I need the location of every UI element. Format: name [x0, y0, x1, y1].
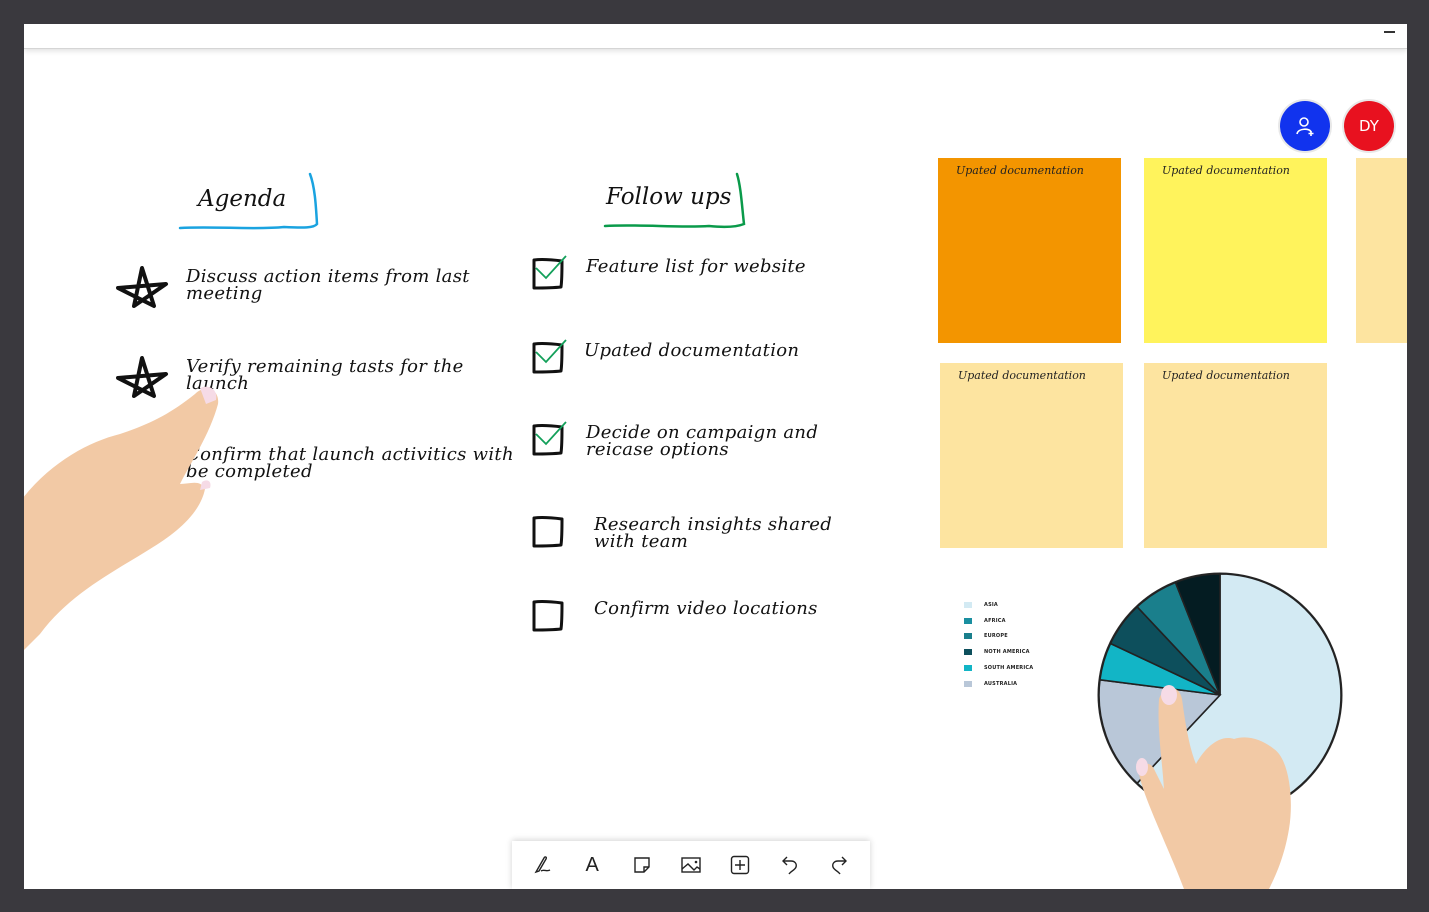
text-icon: A: [585, 853, 599, 876]
pie-chart[interactable]: [1084, 569, 1344, 829]
sticky-note[interactable]: Upated documentation: [1144, 363, 1327, 548]
minimize-icon[interactable]: [1384, 31, 1395, 33]
agenda-underline: [178, 172, 319, 230]
follow-up-item-line: Feature list for website: [586, 256, 806, 277]
follow-up-item[interactable]: Decide on campaign and reicase options: [586, 424, 818, 460]
redo-button[interactable]: [825, 851, 853, 879]
legend-item: NOTH AMERICA: [964, 644, 1033, 660]
checkbox-icon[interactable]: [526, 596, 570, 636]
legend-item: ASIA: [964, 597, 1033, 613]
add-tool[interactable]: [726, 851, 754, 879]
undo-icon: [781, 856, 797, 875]
agenda-item-line: meeting: [186, 283, 263, 304]
legend-swatch: [964, 601, 972, 608]
redo-icon: [832, 856, 848, 875]
bottom-toolbar: A: [512, 841, 870, 889]
legend-label: NOTH AMERICA: [984, 649, 1030, 656]
agenda-item-line: launch: [186, 373, 250, 394]
legend-item: SOUTH AMERICA: [964, 660, 1033, 676]
legend-swatch: [964, 680, 972, 687]
follow-up-item[interactable]: Upated documentation: [584, 340, 800, 361]
sticky-note-tool[interactable]: [628, 851, 656, 879]
agenda-item[interactable]: Discuss action items from last meeting: [186, 268, 470, 304]
follow-up-item-line: Confirm video locations: [594, 598, 818, 619]
user-initials: DY: [1359, 117, 1379, 135]
legend-swatch: [964, 617, 972, 624]
legend-label: AUSTRALIA: [984, 680, 1018, 687]
checked-checkbox-icon[interactable]: [526, 420, 570, 460]
legend-item: EUROPE: [964, 629, 1033, 645]
pen-tool[interactable]: [529, 851, 557, 879]
agenda-item-line: be completed: [186, 461, 313, 482]
follow-ups-underline: [603, 172, 746, 229]
pen-icon: [534, 856, 551, 874]
legend-label: SOUTH AMERICA: [984, 665, 1034, 672]
chart-legend: ASIA AFRICA EUROPE NOTH AMERICA SOUTH AMERIC…: [964, 597, 1033, 692]
sticky-note[interactable]: Upated documentation: [1144, 158, 1327, 343]
follow-up-item-line: Upated documentation: [584, 340, 800, 361]
person-add-icon: [1296, 117, 1314, 136]
follow-up-item[interactable]: Feature list for website: [586, 256, 806, 277]
sticky-note[interactable]: Upated documentation: [938, 158, 1121, 343]
undo-button[interactable]: [776, 851, 804, 879]
sticky-note-icon: [633, 857, 650, 873]
follow-up-item[interactable]: Research insights shared with team: [594, 516, 832, 552]
legend-swatch: [964, 649, 972, 656]
star-icon: [116, 266, 168, 308]
checked-checkbox-icon[interactable]: [526, 338, 570, 378]
sticky-note[interactable]: Upated documentation: [940, 363, 1123, 548]
legend-swatch: [964, 633, 972, 640]
legend-item: AFRICA: [964, 613, 1033, 629]
sticky-note[interactable]: [1356, 158, 1407, 343]
agenda-item[interactable]: Verify remaining tasts for the launch: [186, 358, 464, 394]
legend-item: AUSTRALIA: [964, 676, 1033, 692]
legend-label: AFRICA: [984, 617, 1006, 624]
whiteboard-window: DY Agenda Discuss action items from last…: [24, 24, 1407, 889]
user-avatar[interactable]: DY: [1344, 101, 1394, 151]
legend-label: ASIA: [984, 601, 999, 608]
checked-checkbox-icon[interactable]: [526, 254, 570, 294]
star-icon: [116, 444, 168, 486]
star-icon: [116, 356, 168, 398]
legend-label: EUROPE: [984, 633, 1008, 640]
checkbox-icon[interactable]: [526, 512, 570, 552]
text-tool[interactable]: A: [578, 851, 606, 879]
image-tool[interactable]: [677, 851, 705, 879]
follow-up-item-line: reicase options: [586, 439, 729, 460]
follow-up-item-line: with team: [594, 531, 689, 552]
title-bar: [24, 24, 1407, 49]
agenda-item[interactable]: Confirm that launch activitics with be co…: [186, 446, 514, 482]
follow-up-item[interactable]: Confirm video locations: [594, 598, 818, 619]
add-participant-button[interactable]: [1280, 101, 1330, 151]
legend-swatch: [964, 665, 972, 672]
image-icon: [681, 857, 701, 873]
plus-box-icon: [731, 855, 750, 875]
